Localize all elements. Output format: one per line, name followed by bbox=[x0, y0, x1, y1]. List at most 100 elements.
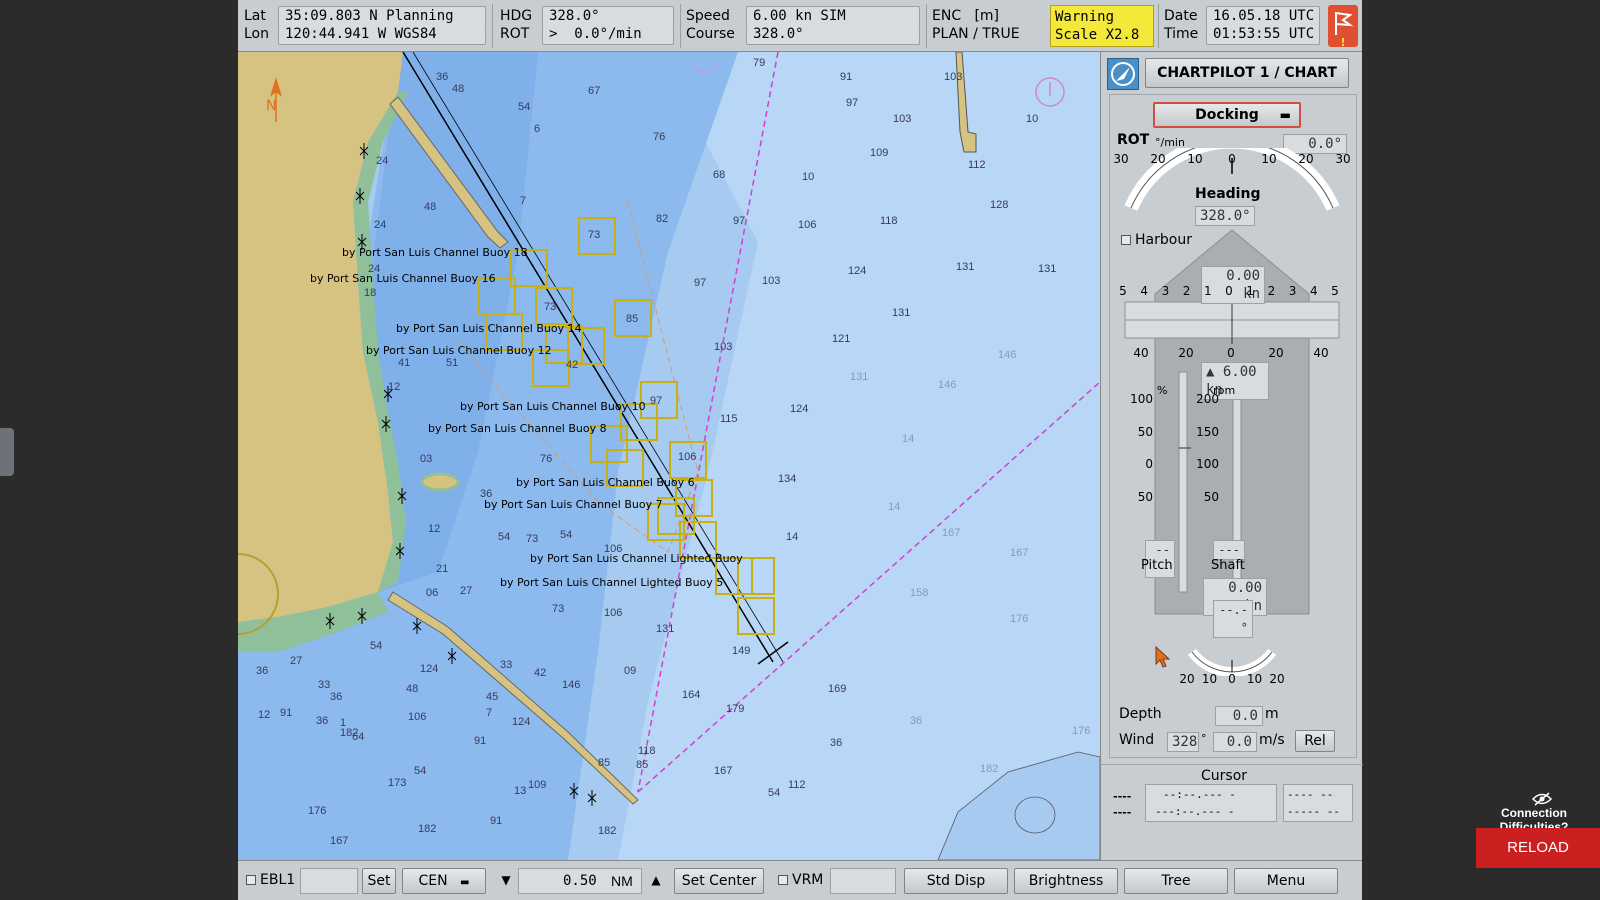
range-up-icon[interactable]: ▲ bbox=[646, 868, 666, 894]
cursor-label: Cursor bbox=[1201, 768, 1248, 784]
buoy-label[interactable]: by Port San Luis Channel Buoy 8 bbox=[428, 422, 607, 435]
depth-sounding: 54 bbox=[414, 765, 426, 777]
depth-sounding: 131 bbox=[1038, 263, 1056, 275]
depth-sounding: 7 bbox=[520, 195, 526, 207]
depth-sounding: 109 bbox=[528, 779, 546, 791]
depth-sounding: 103 bbox=[762, 275, 780, 287]
depth-sounding: 13 bbox=[514, 785, 526, 797]
scale-label: 100 bbox=[1196, 457, 1219, 471]
buoy-label[interactable]: by Port San Luis Channel Buoy 7 bbox=[484, 498, 663, 511]
depth-sounding: 167 bbox=[1010, 547, 1028, 559]
vrm-input[interactable] bbox=[830, 868, 896, 894]
rot-label: ROT bbox=[500, 26, 530, 42]
buoy-label[interactable]: by Port San Luis Channel Buoy 6 bbox=[516, 476, 695, 489]
pitch-label: Pitch bbox=[1141, 558, 1173, 573]
depth-sounding: 45 bbox=[486, 691, 498, 703]
buoy-label[interactable]: by Port San Luis Channel Buoy 18 bbox=[342, 246, 528, 259]
scale-label: 1 bbox=[1246, 284, 1255, 298]
depth-sounding: 106 bbox=[604, 607, 622, 619]
depth-sounding: 182 bbox=[418, 823, 436, 835]
scale-label: 3 bbox=[1288, 284, 1297, 298]
ebl-checkbox[interactable] bbox=[246, 875, 256, 885]
depth-sounding: 36 bbox=[316, 715, 328, 727]
depth-sounding: 146 bbox=[562, 679, 580, 691]
buoy-label[interactable]: by Port San Luis Channel Buoy 16 bbox=[310, 272, 496, 285]
buoy-label[interactable]: by Port San Luis Channel Buoy 12 bbox=[366, 344, 552, 357]
rudder-gauge bbox=[1188, 648, 1276, 676]
alarm-flag-icon[interactable]: ! bbox=[1328, 5, 1358, 49]
hdg-value: 328.0° bbox=[542, 6, 674, 27]
scale-label: 0 bbox=[1225, 284, 1233, 298]
scale-label: 0 bbox=[1145, 457, 1153, 471]
ebl-toggle[interactable]: EBL1 bbox=[242, 868, 296, 894]
chart-canvas[interactable]: N 364854677991 10367697103 1024768 10109… bbox=[238, 52, 1100, 860]
scale-label: 10 bbox=[1187, 152, 1203, 166]
heading-value: 328.0° bbox=[1195, 206, 1255, 226]
tree-button[interactable]: Tree bbox=[1124, 868, 1228, 894]
depth-sounding: 68 bbox=[713, 169, 725, 181]
depth-sounding: 169 bbox=[828, 683, 846, 695]
scale-label: 1 bbox=[1203, 284, 1212, 298]
depth-sounding: 73 bbox=[544, 301, 556, 313]
brightness-button[interactable]: Brightness bbox=[1014, 868, 1118, 894]
scale-label: 200 bbox=[1196, 392, 1219, 406]
chartpilot-logo-icon[interactable] bbox=[1107, 58, 1139, 90]
depth-sounding: 14 bbox=[786, 531, 798, 543]
nautical-chart[interactable]: N 36 48 54 67 79 91 103 6 76 97 103 10 2… bbox=[238, 52, 1100, 860]
ebl-set-button[interactable]: Set bbox=[362, 868, 396, 894]
reload-button[interactable]: RELOAD bbox=[1476, 828, 1600, 868]
cursor-lon: ---:--.--- - bbox=[1155, 805, 1235, 818]
wind-dir-unit: ° bbox=[1201, 732, 1207, 745]
mode-dropdown[interactable]: Docking ▬ bbox=[1153, 102, 1301, 128]
scale-label: 30 bbox=[1335, 152, 1351, 166]
depth-sounding: 124 bbox=[420, 663, 438, 675]
scale-label: 20 bbox=[1179, 672, 1195, 686]
lon-value: 120:44.941 W WGS84 bbox=[278, 25, 486, 45]
depth-sounding: 176 bbox=[1010, 613, 1028, 625]
buoy-label[interactable]: by Port San Luis Channel Lighted Buoy 5 bbox=[500, 576, 723, 589]
warning-box[interactable]: Warning Scale X2.8 bbox=[1050, 5, 1154, 47]
rudder-scale: 20 10 0 10 20 bbox=[1179, 672, 1284, 686]
depth-sounding: 131 bbox=[850, 371, 868, 383]
mouse-cursor-icon bbox=[1155, 646, 1171, 668]
depth-sounding: 12 bbox=[258, 709, 270, 721]
depth-sounding: 167 bbox=[330, 835, 348, 847]
range-down-icon[interactable]: ▼ bbox=[496, 868, 516, 894]
depth-sounding: 54 bbox=[768, 787, 780, 799]
time-value: 01:53:55 UTC bbox=[1206, 25, 1320, 45]
chartpilot-panel: CHARTPILOT 1 / CHART Docking ▬ ROT °/min… bbox=[1100, 52, 1363, 860]
range-field[interactable]: 0.50 NM bbox=[518, 868, 642, 894]
buoy-label[interactable]: by Port San Luis Channel Buoy 14 bbox=[396, 322, 582, 335]
depth-sounding: 131 bbox=[656, 623, 674, 635]
buoy-label[interactable]: by Port San Luis Channel Lighted Buoy bbox=[530, 552, 743, 565]
heading-label: Heading bbox=[1195, 186, 1261, 202]
eye-icon bbox=[1532, 792, 1552, 806]
ebl-input[interactable] bbox=[300, 868, 358, 894]
depth-sounding: 173 bbox=[388, 777, 406, 789]
date-label: Date bbox=[1164, 8, 1198, 24]
depth-sounding: 167 bbox=[714, 765, 732, 777]
depth-sounding: 124 bbox=[790, 403, 808, 415]
depth-sounding: 115 bbox=[720, 413, 738, 425]
depth-sounding: 36 bbox=[330, 691, 342, 703]
bottom-toolbar: EBL1 Set CEN ▬ ▼ 0.50 NM ▲ Set Center VR… bbox=[238, 860, 1362, 900]
chartpilot-title[interactable]: CHARTPILOT 1 / CHART bbox=[1145, 58, 1349, 88]
svg-text:!: ! bbox=[1340, 36, 1345, 47]
range-unit: NM bbox=[611, 873, 633, 889]
depth-sounding: 33 bbox=[500, 659, 512, 671]
vrm-checkbox[interactable] bbox=[778, 875, 788, 885]
depth-sounding: 97 bbox=[846, 97, 858, 109]
std-disp-button[interactable]: Std Disp bbox=[904, 868, 1008, 894]
side-panel-handle[interactable] bbox=[0, 428, 14, 476]
depth-sounding: 121 bbox=[832, 333, 850, 345]
depth-sounding: 03 bbox=[420, 453, 432, 465]
cen-dropdown[interactable]: CEN ▬ bbox=[402, 868, 486, 894]
depth-sounding: 176 bbox=[1072, 725, 1090, 737]
depth-unit: m bbox=[1265, 706, 1279, 722]
set-center-button[interactable]: Set Center bbox=[674, 868, 764, 894]
depth-sounding: 24 bbox=[374, 219, 386, 231]
vrm-toggle[interactable]: VRM bbox=[774, 868, 828, 894]
wind-reference-button[interactable]: Rel bbox=[1295, 730, 1335, 752]
buoy-label[interactable]: by Port San Luis Channel Buoy 10 bbox=[460, 400, 646, 413]
menu-button[interactable]: Menu bbox=[1234, 868, 1338, 894]
